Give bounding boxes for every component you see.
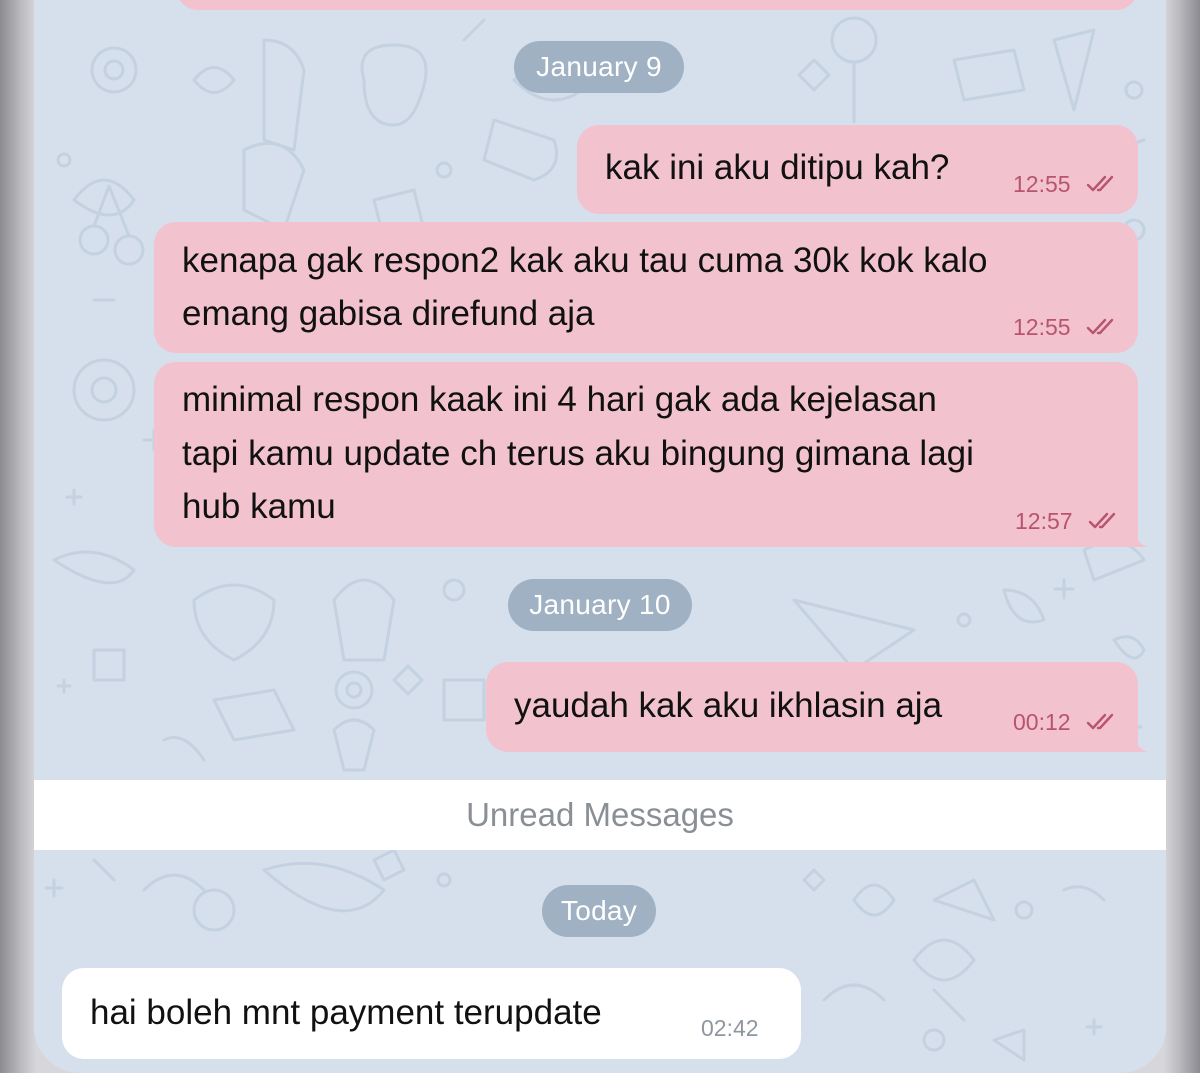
read-double-check-icon — [1086, 713, 1114, 730]
unread-messages-divider: Unread Messages — [34, 780, 1166, 850]
message-bubble[interactable]: minimal respon kaak ini 4 hari gak ada k… — [154, 362, 1138, 547]
message-time: 12:57 — [1015, 508, 1073, 534]
message-meta: 00:12 — [1013, 709, 1117, 735]
message-bubble[interactable]: kenapa gak respon2 kak aku tau cuma 30k … — [154, 222, 1138, 353]
message-text: hai boleh mnt payment terupdate — [90, 993, 602, 1032]
message-text: emang gabisa direfund aja — [182, 294, 595, 333]
bubble-tail — [1132, 728, 1148, 752]
read-double-check-icon — [1088, 512, 1116, 529]
message-text: tapi kamu update ch terus aku bingung gi… — [182, 434, 974, 473]
message-bubble[interactable]: hai boleh mnt payment terupdate 02:42 — [62, 968, 801, 1059]
date-separator-today: Today — [542, 885, 656, 937]
read-double-check-icon — [1086, 318, 1114, 335]
message-bubble[interactable]: yaudah kak aku ikhlasin aja 00:12 — [486, 662, 1138, 752]
message-text: minimal respon kaak ini 4 hari gak ada k… — [182, 380, 937, 419]
message-text: yaudah kak aku ikhlasin aja — [514, 686, 943, 725]
message-meta: 12:55 — [1013, 314, 1117, 340]
message-meta: 12:57 — [1015, 508, 1119, 534]
message-time: 00:12 — [1013, 709, 1071, 735]
read-double-check-icon — [1086, 175, 1114, 192]
message-text: kenapa gak respon2 kak aku tau cuma 30k … — [182, 241, 988, 280]
message-time: 02:42 — [701, 1015, 759, 1041]
message-time: 12:55 — [1013, 314, 1071, 340]
chat-screen: January 9 kak ini aku ditipu kah? 12:55 … — [34, 0, 1166, 1073]
message-text: hub kamu — [182, 487, 336, 526]
message-text: kak ini aku ditipu kah? — [605, 148, 950, 187]
message-bubble[interactable]: kak ini aku ditipu kah? 12:55 — [577, 125, 1138, 214]
bubble-tail — [1132, 523, 1148, 547]
date-separator-january-10: January 10 — [508, 579, 692, 631]
message-time: 12:55 — [1013, 171, 1071, 197]
message-meta: 12:55 — [1013, 171, 1117, 197]
previous-message-bubble[interactable] — [176, 0, 1138, 10]
date-separator-january-9: January 9 — [514, 41, 684, 93]
